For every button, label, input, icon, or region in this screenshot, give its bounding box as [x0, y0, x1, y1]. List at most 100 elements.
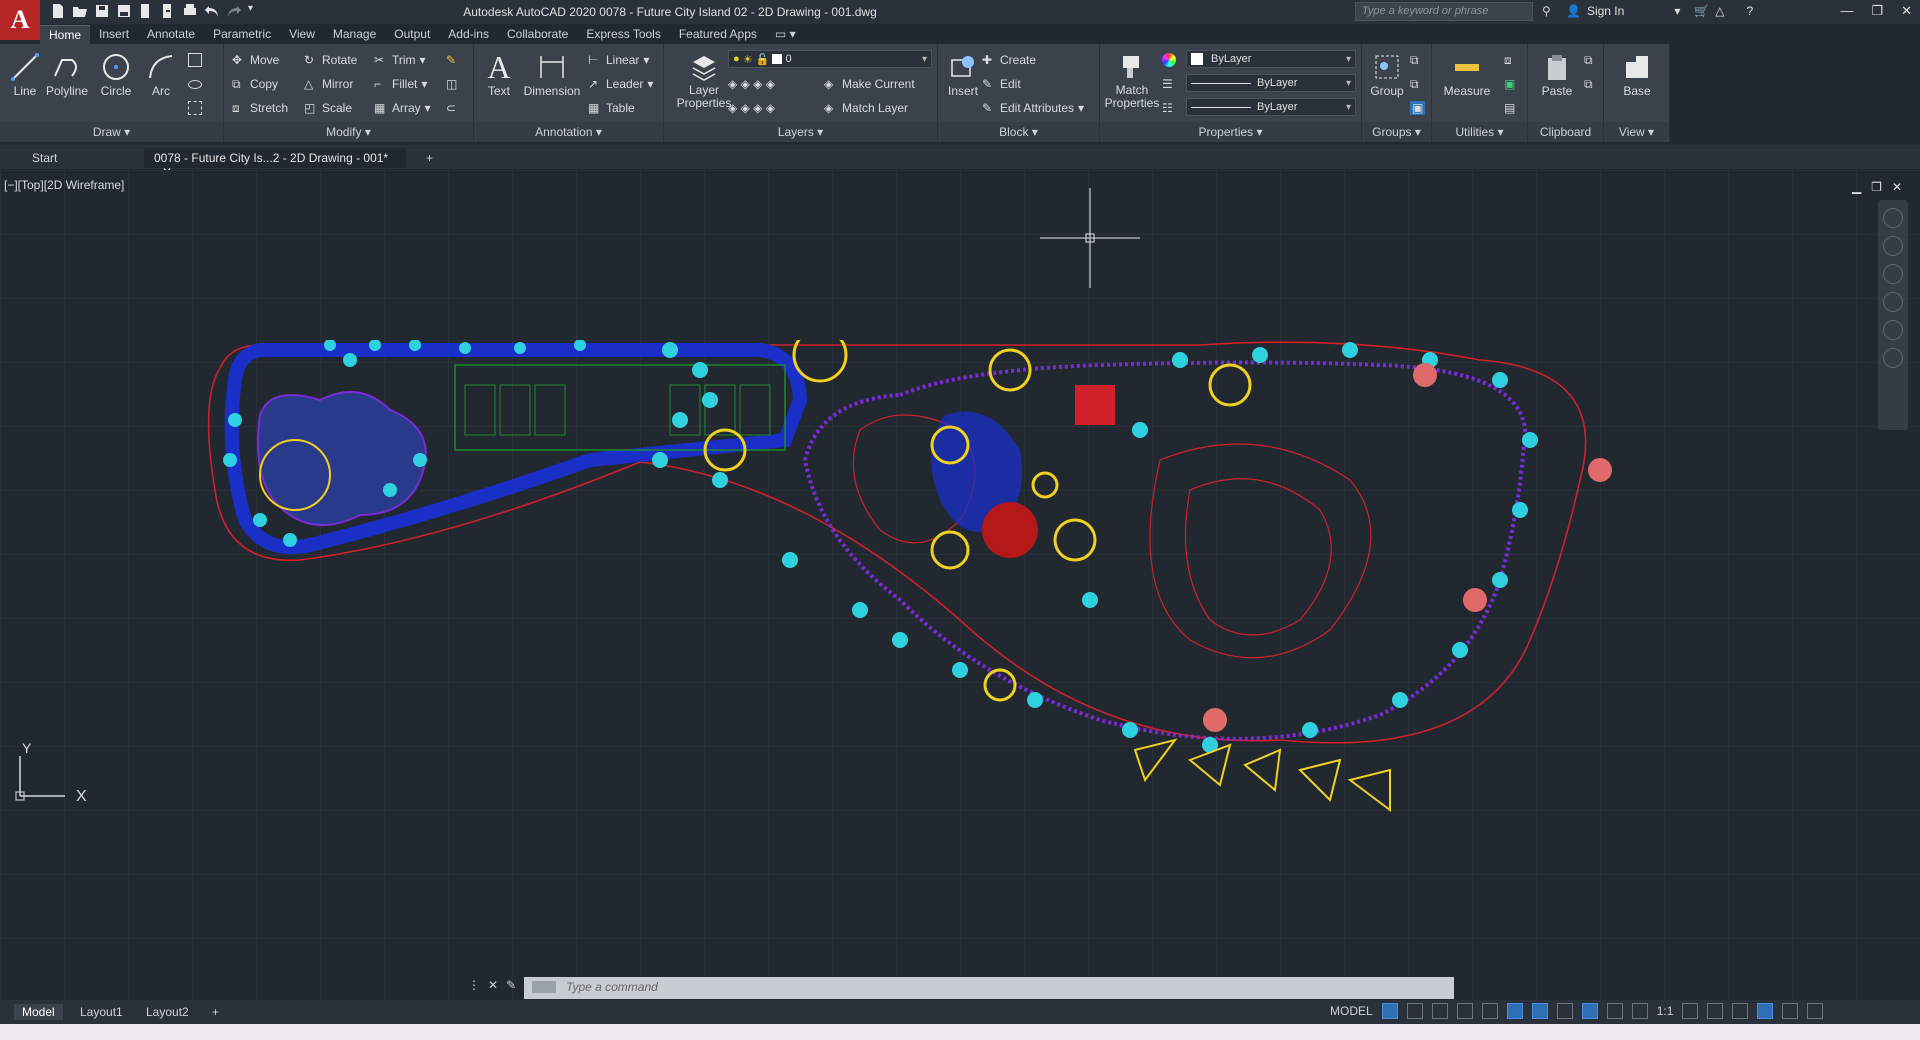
linear-dimension-tool[interactable]: ⊢ Linear ▾: [588, 50, 649, 70]
layer-state-tools[interactable]: ◈ ◈ ◈ ◈: [728, 74, 775, 94]
auto-scale-icon[interactable]: [1631, 1003, 1648, 1019]
group-edit-icon[interactable]: ⧉: [1410, 74, 1419, 94]
lineweight-toggle-icon[interactable]: [1556, 1003, 1573, 1019]
isodraft-icon[interactable]: [1481, 1003, 1498, 1019]
pan-icon[interactable]: [1883, 264, 1903, 284]
match-properties-tool[interactable]: Match Properties: [1104, 50, 1160, 110]
table-tool[interactable]: ▦ Table: [588, 98, 635, 118]
group-select-icon[interactable]: ▣: [1410, 98, 1426, 118]
tab-add-ins[interactable]: Add-ins: [439, 25, 498, 43]
edit-block-tool[interactable]: ✎ Edit: [982, 74, 1021, 94]
object-snap-icon[interactable]: [1531, 1003, 1548, 1019]
text-tool[interactable]: A Text: [474, 49, 524, 99]
rectangle-tool[interactable]: [188, 50, 202, 70]
match-layer-tool[interactable]: ◈ Match Layer: [824, 98, 908, 118]
annotation-scale[interactable]: 1:1: [1657, 1004, 1674, 1018]
block-panel-title[interactable]: Block ▾: [938, 122, 1099, 142]
clean-screen-icon[interactable]: [1782, 1003, 1799, 1019]
vp-restore-icon[interactable]: ❐: [1871, 180, 1882, 194]
base-view-tool[interactable]: Base: [1612, 50, 1662, 98]
quick-select-icon[interactable]: ⧈: [1504, 50, 1512, 70]
tab-collaborate[interactable]: Collaborate: [498, 25, 577, 43]
explode-tool[interactable]: ◫: [446, 74, 460, 94]
view-panel-title[interactable]: View ▾: [1604, 122, 1669, 142]
layers-panel-title[interactable]: Layers ▾: [664, 122, 937, 142]
new-tab-icon[interactable]: +: [416, 148, 443, 168]
object-snap-tracking-icon[interactable]: [1506, 1003, 1523, 1019]
help-search-input[interactable]: Type a keyword or phrase: [1355, 2, 1533, 21]
customize-cmd-icon[interactable]: ✎: [506, 978, 516, 992]
orbit-icon[interactable]: [1883, 320, 1903, 340]
tab-home[interactable]: Home: [40, 24, 91, 44]
zoom-icon[interactable]: [1883, 292, 1903, 312]
polar-icon[interactable]: [1456, 1003, 1473, 1019]
leader-tool[interactable]: ↗ Leader ▾: [588, 74, 653, 94]
create-block-tool[interactable]: ✚ Create: [982, 50, 1036, 70]
tab-parametric[interactable]: Parametric: [204, 25, 280, 43]
drawing-viewport[interactable]: [−][Top][2D Wireframe] ▁ ❐ ✕ Y X: [0, 170, 1920, 1000]
annotation-panel-title[interactable]: Annotation ▾: [474, 122, 663, 142]
move-tool[interactable]: ✥ Move: [232, 50, 279, 70]
clipboard-panel-title[interactable]: Clipboard: [1528, 122, 1603, 142]
annotation-monitor-icon[interactable]: [1707, 1003, 1724, 1019]
scale-tool[interactable]: ◰ Scale: [304, 98, 352, 118]
minimize-icon[interactable]: —: [1840, 3, 1853, 19]
drawing-tab[interactable]: 0078 - Future City Is...2 - 2D Drawing -…: [144, 148, 406, 179]
workspace-gear-icon[interactable]: [1682, 1003, 1699, 1019]
paste-tool[interactable]: Paste: [1532, 50, 1582, 98]
lineweight-dropdown[interactable]: ByLayer: [1186, 98, 1356, 116]
viewport-controls-label[interactable]: [−][Top][2D Wireframe]: [4, 178, 124, 192]
units-icon[interactable]: [1732, 1003, 1749, 1019]
boundary-tool[interactable]: [188, 98, 202, 118]
polyline-tool[interactable]: Polyline: [42, 50, 92, 98]
annotation-visibility-icon[interactable]: [1606, 1003, 1623, 1019]
tab-annotate[interactable]: Annotate: [138, 25, 204, 43]
copy-clip-icon[interactable]: ⧉: [1584, 74, 1593, 94]
utilities-panel-title[interactable]: Utilities ▾: [1432, 122, 1527, 142]
edit-attributes-tool[interactable]: ✎ Edit Attributes ▾: [982, 98, 1084, 118]
navigation-bar[interactable]: [1878, 200, 1908, 430]
mirror-tool[interactable]: △ Mirror: [304, 74, 353, 94]
dimension-tool[interactable]: Dimension: [522, 50, 582, 98]
tab-view[interactable]: View: [280, 25, 324, 43]
insert-block-tool[interactable]: Insert: [938, 50, 988, 98]
command-input[interactable]: Type a command: [524, 977, 1454, 999]
groups-panel-title[interactable]: Groups ▾: [1362, 122, 1431, 142]
recent-commands-icon[interactable]: [532, 981, 556, 993]
tab-insert[interactable]: Insert: [90, 25, 138, 43]
help-icon[interactable]: ?: [1747, 4, 1754, 18]
ungroup-icon[interactable]: ⧉: [1410, 50, 1419, 70]
selection-cycling-icon[interactable]: [1581, 1003, 1598, 1019]
vp-close-icon[interactable]: ✕: [1892, 180, 1902, 194]
sign-in-button[interactable]: 👤 Sign In ▾ 🛒 △ ?: [1566, 4, 1753, 18]
ortho-icon[interactable]: [1431, 1003, 1448, 1019]
viewcube-icon[interactable]: [1883, 208, 1903, 228]
arc-tool[interactable]: Arc: [136, 50, 186, 98]
showmotion-icon[interactable]: [1883, 348, 1903, 368]
isolate-objects-icon[interactable]: [1757, 1003, 1774, 1019]
color-dropdown[interactable]: ByLayer: [1186, 50, 1356, 68]
tab-featured-apps[interactable]: Featured Apps: [670, 25, 766, 43]
rotate-tool[interactable]: ↻ Rotate: [304, 50, 357, 70]
restore-icon[interactable]: ❐: [1871, 3, 1883, 19]
copy-tool[interactable]: ⧉ Copy: [232, 74, 278, 94]
color-wheel-icon[interactable]: [1162, 50, 1176, 70]
snap-icon[interactable]: [1406, 1003, 1423, 1019]
group-tool[interactable]: Group: [1362, 50, 1412, 98]
select-all-icon[interactable]: ▣: [1504, 74, 1515, 94]
calculator-icon[interactable]: ▤: [1504, 98, 1515, 118]
model-tab[interactable]: Model: [14, 1004, 63, 1020]
measure-tool[interactable]: Measure: [1438, 50, 1496, 98]
model-space-button[interactable]: MODEL: [1330, 1004, 1373, 1018]
ribbon-display-toggle-icon[interactable]: ▭ ▾: [766, 25, 805, 43]
start-tab[interactable]: Start: [22, 148, 142, 168]
layout1-tab[interactable]: Layout1: [72, 1004, 131, 1020]
layer-properties-tool[interactable]: Layer Properties: [672, 50, 736, 110]
erase-tool[interactable]: ✎: [446, 50, 460, 70]
make-current-tool[interactable]: ◈ Make Current: [824, 74, 915, 94]
customization-menu-icon[interactable]: [1807, 1003, 1824, 1019]
circle-tool[interactable]: Circle: [91, 50, 141, 98]
layer-dropdown[interactable]: ● ☀ 🔓 0: [728, 50, 932, 68]
tab-express-tools[interactable]: Express Tools: [577, 25, 669, 43]
offset-tool[interactable]: ⊂: [446, 98, 460, 118]
